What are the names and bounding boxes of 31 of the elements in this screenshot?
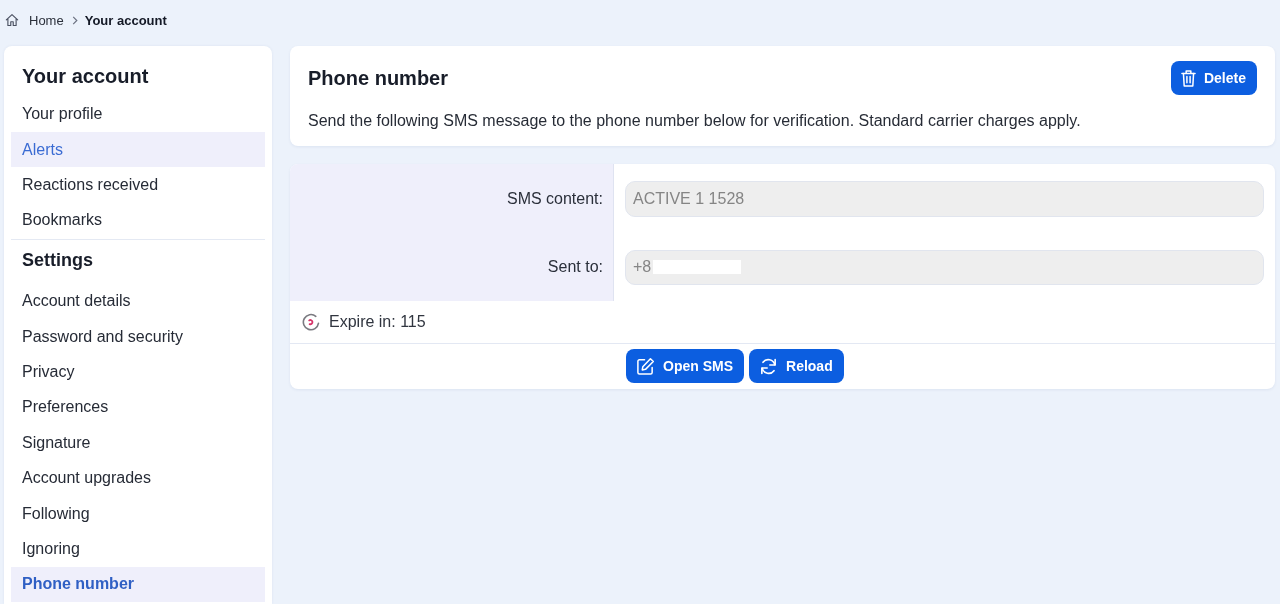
reload-button[interactable]: Reload bbox=[749, 349, 844, 383]
refresh-icon bbox=[759, 356, 778, 376]
ring-icon bbox=[302, 313, 320, 331]
sidebar-item[interactable]: Privacy bbox=[11, 354, 265, 390]
field-label: SMS content: bbox=[506, 189, 603, 208]
page-title: Phone number bbox=[308, 66, 448, 91]
trash-icon bbox=[1180, 69, 1196, 87]
sidebar-heading: Settings bbox=[21, 248, 94, 272]
home-icon bbox=[5, 13, 19, 27]
sidebar-item[interactable]: Preferences bbox=[11, 389, 265, 426]
sidebar-item[interactable]: Signature bbox=[11, 425, 265, 461]
breadcrumb-link[interactable]: Home bbox=[5, 12, 64, 28]
expiry-text: Expire in: 115 bbox=[329, 313, 426, 331]
sidebar-item[interactable]: Ignoring bbox=[11, 531, 265, 567]
delete-button[interactable]: Delete bbox=[1170, 61, 1257, 95]
sidebar-item[interactable]: Password and security bbox=[11, 318, 265, 355]
chevron-icon bbox=[71, 15, 78, 25]
field-label: Sent to: bbox=[547, 258, 603, 276]
sidebar-item[interactable]: Alerts bbox=[11, 131, 265, 168]
description-text: Send the following SMS message to the phone number below for verification. Standard carrier charges apply. bbox=[308, 111, 1082, 131]
sidebar-item[interactable]: Reactions received bbox=[11, 167, 265, 203]
sidebar-item[interactable]: Following bbox=[11, 495, 265, 532]
sidebar-item[interactable]: Your profile bbox=[11, 96, 265, 132]
sidebar-item[interactable]: Phone number bbox=[11, 566, 265, 603]
sidebar-item[interactable]: Account details bbox=[11, 283, 265, 319]
sidebar-item[interactable]: Bookmarks bbox=[11, 202, 265, 239]
sidebar-item[interactable]: Account upgrades bbox=[11, 460, 265, 496]
sidebar-title: Your account bbox=[21, 64, 150, 89]
pencil-square-icon bbox=[636, 356, 655, 376]
open-sms-button[interactable]: Open SMS bbox=[626, 349, 744, 383]
breadcrumb-link[interactable]: Your account bbox=[84, 12, 167, 28]
